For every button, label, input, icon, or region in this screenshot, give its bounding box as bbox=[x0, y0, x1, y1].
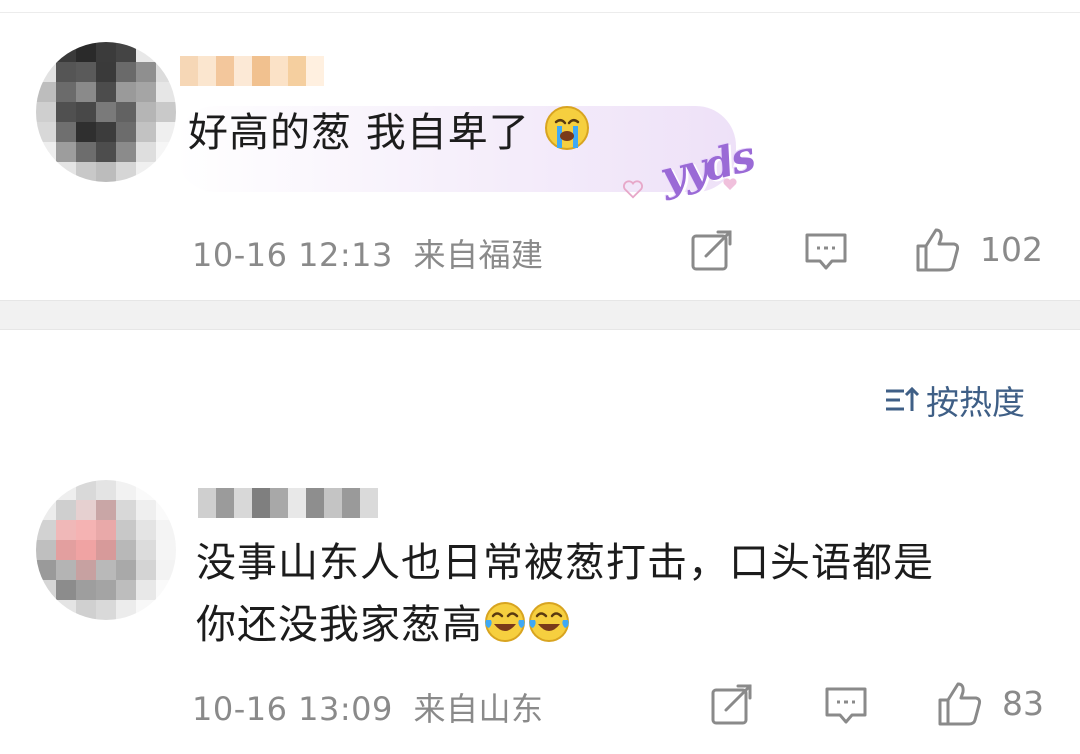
loudly-crying-face-icon bbox=[543, 104, 591, 170]
like-icon[interactable] bbox=[936, 680, 984, 728]
tears-of-joy-icon bbox=[527, 600, 571, 662]
username[interactable] bbox=[180, 56, 324, 86]
comment-meta: 10-16 12:13 来自福建 bbox=[192, 230, 544, 276]
tears-of-joy-icon bbox=[483, 600, 527, 662]
comment-icon[interactable] bbox=[804, 230, 848, 274]
sort-label: 按热度 bbox=[926, 383, 1025, 422]
comment-text-line: 你还没我家葱高 bbox=[196, 594, 934, 662]
share-icon[interactable] bbox=[710, 682, 754, 726]
comment-location: 来自福建 bbox=[413, 236, 544, 274]
heart-icon bbox=[723, 178, 737, 190]
avatar[interactable] bbox=[36, 480, 176, 620]
heart-icon bbox=[623, 180, 643, 199]
comment-meta: 10-16 13:09 来自山东 bbox=[192, 684, 544, 730]
sort-toggle[interactable]: 按热度 bbox=[884, 376, 1025, 424]
comment-location: 来自山东 bbox=[413, 690, 544, 728]
comment-text-line: 没事山东人也日常被葱打击，口头语都是 bbox=[196, 540, 934, 586]
section-separator bbox=[0, 300, 1080, 330]
like-count: 83 bbox=[1002, 684, 1044, 723]
comment-item: 没事山东人也日常被葱打击，口头语都是 你还没我家葱高 10-16 13:09 来… bbox=[0, 460, 1080, 754]
top-divider bbox=[0, 12, 1080, 13]
comment-icon[interactable] bbox=[824, 684, 868, 728]
comment-text: 没事山东人也日常被葱打击，口头语都是 你还没我家葱高 bbox=[196, 532, 934, 662]
like-icon[interactable] bbox=[914, 226, 962, 274]
like-count: 102 bbox=[980, 230, 1043, 269]
share-icon[interactable] bbox=[690, 228, 734, 272]
comment-time: 10-16 12:13 bbox=[192, 236, 393, 274]
comment-item: 好高的葱 我自卑了 yyds 10-16 12:13 来自福建 102 bbox=[0, 14, 1080, 300]
comment-time: 10-16 13:09 bbox=[192, 690, 393, 728]
comment-text: 好高的葱 我自卑了 bbox=[188, 102, 591, 170]
sort-icon bbox=[886, 386, 920, 411]
avatar[interactable] bbox=[36, 42, 176, 182]
username[interactable] bbox=[198, 488, 378, 518]
